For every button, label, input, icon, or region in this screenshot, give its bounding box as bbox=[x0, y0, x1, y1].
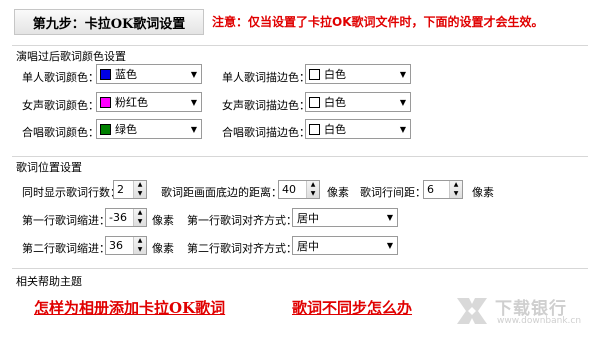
chorus-outline-swatch bbox=[309, 123, 320, 135]
bottom-distance-unit: 像素 bbox=[327, 186, 349, 199]
bottom-distance-stepper[interactable]: 40 ▲ ▼ bbox=[278, 180, 320, 199]
line2-align-label: 第二行歌词对齐方式： bbox=[187, 242, 297, 255]
line2-indent-value: 36 bbox=[109, 239, 123, 252]
line2-indent-stepper[interactable]: 36 ▲ ▼ bbox=[105, 236, 147, 255]
female-color-label: 女声歌词颜色： bbox=[22, 99, 99, 112]
help-group-title: 相关帮助主题 bbox=[16, 275, 82, 288]
lines-count-label: 同时显示歌词行数： bbox=[22, 186, 121, 199]
spin-up-icon[interactable]: ▲ bbox=[134, 181, 146, 190]
line1-indent-label: 第一行歌词缩进： bbox=[22, 214, 110, 227]
spin-up-icon[interactable]: ▲ bbox=[134, 209, 146, 218]
solo-outline-select[interactable]: 白色 ▼ bbox=[305, 64, 411, 84]
line1-align-label: 第一行歌词对齐方式： bbox=[187, 214, 297, 227]
chorus-color-label: 合唱歌词颜色： bbox=[22, 126, 99, 139]
chevron-down-icon: ▼ bbox=[190, 124, 198, 134]
spin-down-icon[interactable]: ▼ bbox=[450, 190, 462, 199]
female-outline-select[interactable]: 白色 ▼ bbox=[305, 92, 411, 112]
downbank-logo-icon bbox=[457, 298, 487, 324]
line1-align-value: 居中 bbox=[297, 211, 319, 225]
chorus-color-name: 绿色 bbox=[115, 123, 137, 136]
line-spacing-value: 6 bbox=[427, 183, 434, 196]
spin-up-icon[interactable]: ▲ bbox=[307, 181, 319, 190]
lines-count-stepper[interactable]: 2 ▲ ▼ bbox=[113, 180, 147, 199]
line2-indent-label: 第二行歌词缩进： bbox=[22, 242, 110, 255]
chevron-down-icon: ▼ bbox=[399, 124, 407, 134]
female-outline-swatch bbox=[309, 96, 320, 108]
help-link-lyrics-out-of-sync[interactable]: 歌词不同步怎么办 bbox=[292, 297, 412, 318]
position-group-divider bbox=[12, 156, 588, 157]
chorus-color-select[interactable]: 绿色 ▼ bbox=[96, 119, 202, 139]
female-outline-name: 白色 bbox=[324, 96, 346, 109]
line-spacing-stepper[interactable]: 6 ▲ ▼ bbox=[423, 180, 463, 199]
position-group-title: 歌词位置设置 bbox=[16, 161, 82, 174]
line1-indent-unit: 像素 bbox=[152, 214, 174, 227]
bottom-distance-value: 40 bbox=[282, 183, 296, 196]
spin-down-icon[interactable]: ▼ bbox=[134, 246, 146, 255]
chorus-outline-select[interactable]: 白色 ▼ bbox=[305, 119, 411, 139]
solo-color-label: 单人歌词颜色： bbox=[22, 71, 99, 84]
spin-down-icon[interactable]: ▼ bbox=[134, 218, 146, 227]
watermark-url: www.downbank.cn bbox=[497, 316, 582, 326]
watermark: 下载银行 www.downbank.cn bbox=[455, 292, 595, 332]
line2-align-select[interactable]: 居中 ▼ bbox=[292, 236, 398, 255]
lines-count-value: 2 bbox=[117, 183, 124, 196]
female-outline-label: 女声歌词描边色： bbox=[222, 99, 310, 112]
line1-indent-value: -36 bbox=[109, 211, 127, 224]
solo-color-name: 蓝色 bbox=[115, 68, 137, 81]
colors-group-title: 演唱过后歌词颜色设置 bbox=[16, 50, 126, 63]
chevron-down-icon: ▼ bbox=[399, 69, 407, 79]
help-link-add-karaoke[interactable]: 怎样为相册添加卡拉OK歌词 bbox=[34, 297, 225, 318]
step-title: 第九步：卡拉OK歌词设置 bbox=[14, 9, 204, 35]
solo-color-select[interactable]: 蓝色 ▼ bbox=[96, 64, 202, 84]
line1-indent-stepper[interactable]: -36 ▲ ▼ bbox=[105, 208, 147, 227]
solo-outline-label: 单人歌词描边色： bbox=[222, 71, 310, 84]
colors-group-divider bbox=[12, 45, 588, 46]
solo-outline-swatch bbox=[309, 68, 320, 80]
line2-indent-unit: 像素 bbox=[152, 242, 174, 255]
solo-outline-name: 白色 bbox=[324, 68, 346, 81]
help-group-divider bbox=[12, 268, 588, 269]
female-color-select[interactable]: 粉红色 ▼ bbox=[96, 92, 202, 112]
notice-text: 注意：仅当设置了卡拉OK歌词文件时，下面的设置才会生效。 bbox=[212, 15, 544, 29]
chorus-outline-name: 白色 bbox=[324, 123, 346, 136]
line1-align-select[interactable]: 居中 ▼ bbox=[292, 208, 398, 227]
chevron-down-icon: ▼ bbox=[386, 241, 394, 250]
solo-color-swatch bbox=[100, 68, 111, 80]
chevron-down-icon: ▼ bbox=[386, 213, 394, 222]
spin-down-icon[interactable]: ▼ bbox=[307, 190, 319, 199]
line2-align-value: 居中 bbox=[297, 239, 319, 253]
line-spacing-label: 歌词行间距： bbox=[360, 186, 426, 199]
chorus-outline-label: 合唱歌词描边色： bbox=[222, 126, 310, 139]
spin-down-icon[interactable]: ▼ bbox=[134, 190, 146, 199]
bottom-distance-label: 歌词距画面底边的距离： bbox=[161, 186, 282, 199]
line-spacing-unit: 像素 bbox=[472, 186, 494, 199]
spin-up-icon[interactable]: ▲ bbox=[450, 181, 462, 190]
chorus-color-swatch bbox=[100, 123, 111, 135]
spin-up-icon[interactable]: ▲ bbox=[134, 237, 146, 246]
chevron-down-icon: ▼ bbox=[190, 69, 198, 79]
female-color-name: 粉红色 bbox=[115, 96, 148, 109]
female-color-swatch bbox=[100, 96, 111, 108]
chevron-down-icon: ▼ bbox=[190, 97, 198, 107]
chevron-down-icon: ▼ bbox=[399, 97, 407, 107]
